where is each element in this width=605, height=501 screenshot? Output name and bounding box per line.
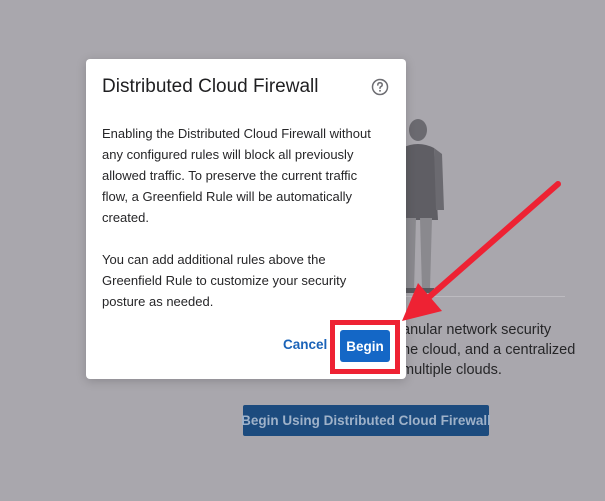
begin-using-firewall-button[interactable]: Begin Using Distributed Cloud Firewall (241, 405, 491, 436)
modal-title: Distributed Cloud Firewall (102, 76, 319, 97)
red-arrow-annotation (402, 181, 561, 321)
modal-body-line: Enabling the Distributed Cloud Firewall … (102, 126, 371, 141)
cancel-button[interactable]: Cancel (283, 337, 327, 352)
question-circle-icon[interactable] (371, 78, 389, 96)
modal-body-line: any configured rules will block all prev… (102, 147, 354, 162)
